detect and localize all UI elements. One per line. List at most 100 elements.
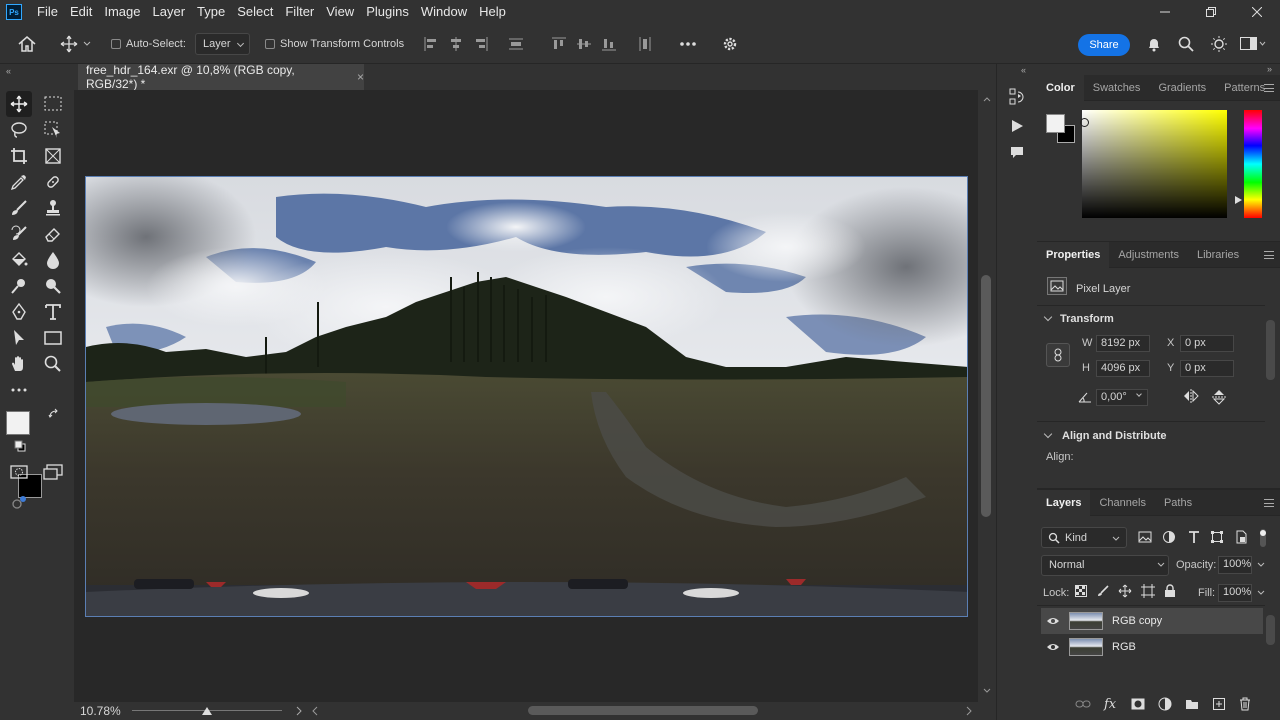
tab-color[interactable]: Color [1037,74,1084,101]
more-options-icon[interactable] [679,24,697,64]
tab-channels[interactable]: Channels [1090,490,1154,516]
swap-colors-icon[interactable] [48,408,60,420]
collapse-strip-icon[interactable]: « [1021,65,1026,75]
lock-transparent-icon[interactable] [1075,585,1087,597]
tab-gradients[interactable]: Gradients [1149,75,1215,101]
type-tool-icon[interactable] [40,299,66,325]
collapse-panels-icon[interactable]: » [1267,64,1272,74]
status-menu-chevron-icon[interactable] [296,706,302,716]
tab-swatches[interactable]: Swatches [1084,75,1150,101]
hue-slider[interactable] [1244,110,1262,218]
hdr-panorama-image[interactable] [85,176,968,617]
tab-libraries[interactable]: Libraries [1188,242,1248,268]
menu-layer[interactable]: Layer [147,0,192,24]
flip-vertical-icon[interactable] [1212,389,1226,405]
screen-mode-icon[interactable] [40,459,66,485]
lock-artboard-icon[interactable] [1141,584,1155,598]
align-top-icon[interactable] [551,24,567,64]
layer-row-rgb-copy[interactable]: RGB copy [1041,608,1263,634]
menu-plugins[interactable]: Plugins [360,0,415,24]
clone-stamp-tool-icon[interactable] [40,195,66,221]
hand-tool-icon[interactable] [6,351,32,377]
link-dimensions-icon[interactable] [1046,343,1070,367]
align-right-icon[interactable] [473,24,489,64]
paint-bucket-tool-icon[interactable] [6,247,32,273]
y-field[interactable]: 0 px [1180,360,1234,377]
comments-icon[interactable] [1010,146,1024,160]
object-selection-tool-icon[interactable] [40,117,66,143]
filter-shape-icon[interactable] [1210,530,1224,544]
distribute-icon[interactable] [508,24,524,64]
default-colors-icon[interactable] [14,440,26,452]
x-field[interactable]: 0 px [1180,335,1234,352]
menu-file[interactable]: File [31,0,64,24]
zoom-level[interactable]: 10.78% [80,704,121,718]
properties-scrollbar[interactable] [1266,320,1275,380]
new-adjustment-layer-icon[interactable] [1158,697,1172,711]
close-tab-icon[interactable]: × [357,70,364,84]
close-window-button[interactable] [1234,0,1280,24]
height-field[interactable]: 4096 px [1096,360,1150,377]
filter-smart-object-icon[interactable] [1234,530,1248,544]
history-panel-icon[interactable] [1009,88,1025,106]
scroll-down-icon[interactable] [983,688,991,694]
add-mask-icon[interactable] [1131,698,1145,710]
properties-panel-menu-icon[interactable] [1264,251,1274,259]
tab-paths[interactable]: Paths [1155,490,1201,516]
zoom-slider-thumb[interactable] [202,707,212,715]
marquee-tool-icon[interactable] [40,91,66,117]
brush-tool-icon[interactable] [6,195,32,221]
scroll-left-icon[interactable] [312,706,318,716]
minimize-button[interactable] [1142,0,1188,24]
history-brush-tool-icon[interactable] [6,221,32,247]
healing-brush-tool-icon[interactable] [40,169,66,195]
color-picker-field[interactable] [1082,110,1227,218]
settings-gear-icon[interactable] [722,24,738,64]
align-middle-icon[interactable] [576,24,592,64]
fill-field[interactable]: 100% [1218,584,1252,602]
filter-adjustment-icon[interactable] [1162,530,1176,544]
crop-tool-icon[interactable] [6,143,32,169]
tab-properties[interactable]: Properties [1037,241,1110,268]
layers-scrollbar[interactable] [1266,615,1275,645]
menu-filter[interactable]: Filter [279,0,320,24]
pen-tool-icon[interactable] [6,299,32,325]
opacity-dropdown-icon[interactable] [1257,562,1265,568]
notifications-bell-icon[interactable] [1146,24,1162,64]
zoom-tool-icon[interactable] [40,351,66,377]
blur-tool-icon[interactable] [40,247,66,273]
lock-all-icon[interactable] [1164,584,1176,598]
auto-select-box[interactable] [111,39,121,49]
hue-slider-thumb[interactable] [1235,196,1242,204]
blend-mode-dropdown[interactable]: Normal [1041,555,1169,576]
scroll-right-icon[interactable] [966,706,972,716]
workspace-icon[interactable] [1240,24,1266,64]
menu-type[interactable]: Type [191,0,231,24]
show-transform-controls-checkbox[interactable]: Show Transform Controls [265,24,404,64]
tab-layers[interactable]: Layers [1037,489,1091,516]
flip-horizontal-icon[interactable] [1183,389,1199,403]
auto-select-dropdown[interactable]: Layer [195,33,250,55]
discover-lightbulb-icon[interactable] [1210,24,1228,64]
collapse-toolbox-icon[interactable]: « [6,66,11,76]
quick-mask-icon[interactable] [6,459,32,485]
sponge-tool-icon[interactable] [40,273,66,299]
home-icon[interactable] [18,24,36,64]
menu-view[interactable]: View [320,0,360,24]
distribute-vertical-icon[interactable] [637,24,653,64]
new-group-icon[interactable] [1185,698,1199,710]
move-tool-preset-icon[interactable] [60,24,92,64]
opacity-field[interactable]: 100% [1218,556,1252,574]
color-panel-foreground-swatch[interactable] [1046,114,1065,133]
lock-position-icon[interactable] [1118,584,1132,598]
fill-dropdown-icon[interactable] [1257,590,1265,596]
layers-panel-menu-icon[interactable] [1264,499,1274,507]
layer-style-fx-icon[interactable]: fx [1104,697,1116,712]
menu-window[interactable]: Window [415,0,473,24]
dodge-tool-icon[interactable] [6,273,32,299]
filter-pixel-icon[interactable] [1138,530,1152,544]
filter-toggle-icon[interactable] [1257,527,1269,549]
align-bottom-icon[interactable] [601,24,617,64]
color-panel-menu-icon[interactable] [1264,84,1274,92]
width-field[interactable]: 8192 px [1096,335,1150,352]
